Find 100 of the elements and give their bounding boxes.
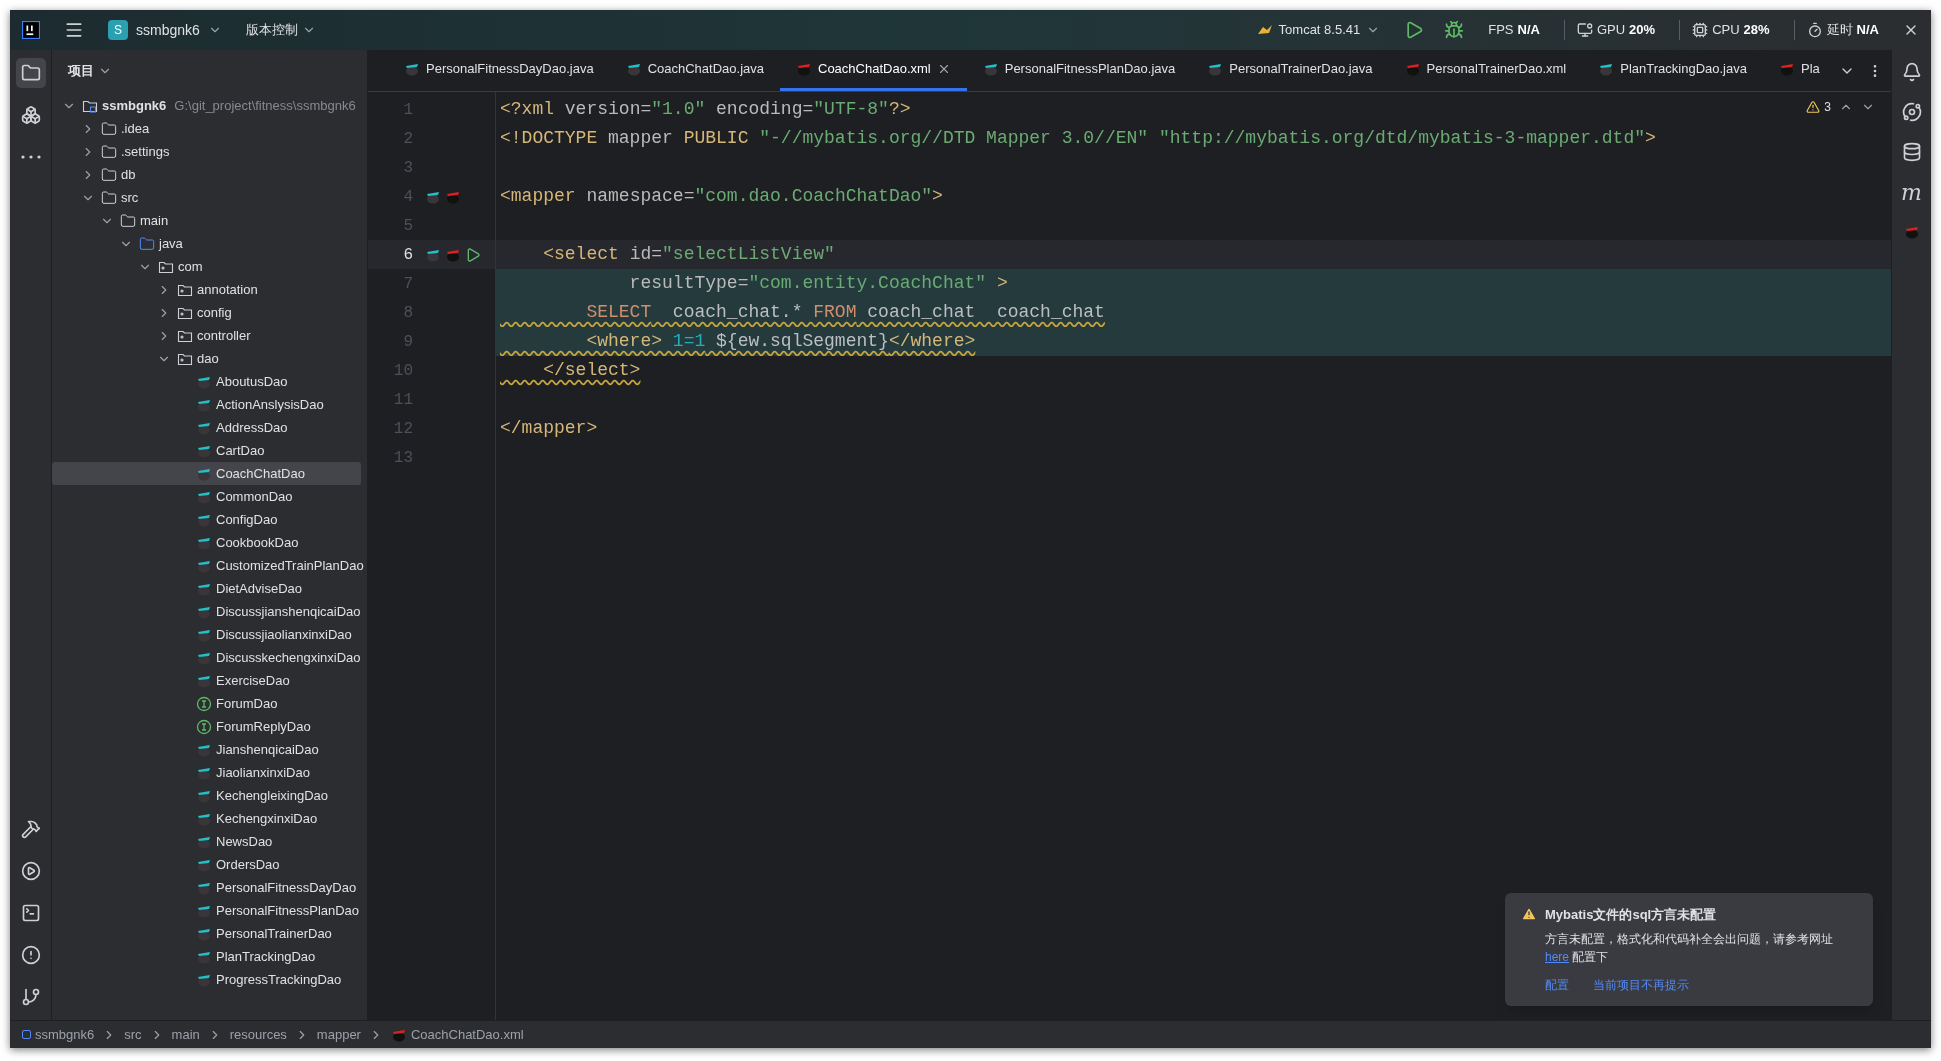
breadcrumb[interactable]: src <box>124 1024 142 1045</box>
editor-tab[interactable]: CoachChatDao.xml <box>780 50 967 91</box>
notification-action-link[interactable]: 当前项目不再提示 <box>1593 976 1689 994</box>
services-icon[interactable] <box>20 861 41 881</box>
tree-item[interactable]: AboutusDao <box>52 370 361 393</box>
tree-label: DiscussjiaolianxinxiDao <box>216 625 352 644</box>
tree-label: config <box>197 303 232 322</box>
tree-label: ForumDao <box>216 694 278 713</box>
tree-item[interactable]: ExerciseDao <box>52 669 361 692</box>
tree-item[interactable]: AddressDao <box>52 416 361 439</box>
terminal-icon[interactable] <box>20 903 41 923</box>
problems-icon[interactable] <box>20 945 41 965</box>
editor-tab[interactable]: PersonalTrainerDao.java <box>1191 50 1389 91</box>
tree-item[interactable]: JianshenqicaiDao <box>52 738 361 761</box>
tree-item[interactable]: CustomizedTrainPlanDao <box>52 554 361 577</box>
tree-label: CommonDao <box>216 487 293 506</box>
tree-item[interactable]: DiscussjiaolianxinxiDao <box>52 623 361 646</box>
tree-label: controller <box>197 326 251 345</box>
tree-item[interactable]: DietAdviseDao <box>52 577 361 600</box>
tree-item[interactable]: PersonalFitnessDayDao <box>52 876 361 899</box>
tree-item[interactable]: CoachChatDao <box>52 462 361 485</box>
tree-item[interactable]: PersonalTrainerDao <box>52 922 361 945</box>
tree-item[interactable]: ProgressTrackingDao <box>52 968 361 991</box>
tree-item[interactable]: config <box>52 301 361 324</box>
tree-label: java <box>159 234 183 253</box>
mybatis-bird-icon <box>1903 224 1920 240</box>
tree-item[interactable]: ssmbgnk6 G:\git_project\fitness\ssmbgnk6 <box>52 94 361 117</box>
tree-label: KechengxinxiDao <box>216 809 318 828</box>
tree-item[interactable]: java <box>52 232 361 255</box>
tree-item[interactable]: main <box>52 209 361 232</box>
editor-tab[interactable]: CoachChatDao.java <box>609 50 780 91</box>
breadcrumb[interactable]: CoachChatDao.xml <box>390 1024 524 1045</box>
tree-item[interactable]: CommonDao <box>52 485 361 508</box>
tree-item[interactable]: ForumReplyDao <box>52 715 361 738</box>
tree-label: ConfigDao <box>216 510 278 529</box>
tree-item[interactable]: JiaolianxinxiDao <box>52 761 361 784</box>
tree-item[interactable]: dao <box>52 347 361 370</box>
debug-icon[interactable] <box>1444 20 1465 40</box>
tree-item[interactable]: KechengxinxiDao <box>52 807 361 830</box>
notification-action-link[interactable]: 配置 <box>1545 976 1569 994</box>
tree-item[interactable]: .idea <box>52 117 361 140</box>
mybatis-bird-icon <box>982 61 999 77</box>
tree-item[interactable]: CookbookDao <box>52 531 361 554</box>
notifications-icon[interactable] <box>1901 62 1922 82</box>
breadcrumb[interactable]: resources <box>229 1024 287 1045</box>
monitor-value: 20% <box>1629 21 1656 40</box>
folder-icon <box>101 189 117 206</box>
tree-item[interactable]: com <box>52 255 361 278</box>
breadcrumb[interactable]: main <box>171 1024 200 1045</box>
tree-label: AddressDao <box>216 418 288 437</box>
tree-item[interactable]: ConfigDao <box>52 508 361 531</box>
database-icon[interactable] <box>1901 142 1922 162</box>
tree-label: JiaolianxinxiDao <box>216 763 310 782</box>
tree-item[interactable]: CartDao <box>52 439 361 462</box>
project-view-selector[interactable]: 项目 <box>52 50 367 92</box>
notification-message: 方言未配置，格式化和代码补全会出问题，请参考网址 here 配置下 <box>1544 931 1834 966</box>
tree-label: main <box>140 211 169 230</box>
ai-assistant-icon[interactable] <box>1901 102 1922 122</box>
tree-label: CookbookDao <box>216 533 299 552</box>
tree-item[interactable]: .settings <box>52 140 361 163</box>
tree-label: DiscusskechengxinxiDao <box>216 648 361 667</box>
project-folder-icon <box>20 63 41 83</box>
git-branch-icon[interactable] <box>20 987 41 1007</box>
mybatis-bird-icon <box>1404 61 1421 77</box>
tree-item[interactable]: controller <box>52 324 361 347</box>
tree-item[interactable]: ForumDao <box>52 692 361 715</box>
tree-item[interactable]: src <box>52 186 361 209</box>
tree-item[interactable]: DiscussjianshenqicaiDao <box>52 600 361 623</box>
editor-tab[interactable]: PersonalFitnessPlanDao.java <box>966 50 1192 91</box>
hammer-icon[interactable] <box>20 819 41 839</box>
tree-label: ActionAnslysisDao <box>216 395 324 414</box>
project-switcher[interactable]: S ssmbgnk6 <box>108 19 222 41</box>
tree-item[interactable]: NewsDao <box>52 830 361 853</box>
editor-tab[interactable]: PersonalTrainerDao.xml <box>1388 50 1583 91</box>
breadcrumb[interactable]: ssmbgnk6 <box>22 1024 95 1045</box>
editor-tab[interactable]: PlanTrackingDao.java <box>1582 50 1763 91</box>
tree-item[interactable]: ActionAnslysisDao <box>52 393 361 416</box>
main-menu-icon[interactable] <box>64 20 84 40</box>
maven-icon[interactable]: m <box>1901 182 1922 204</box>
tree-item[interactable]: PlanTrackingDao <box>52 945 361 968</box>
warning-count[interactable]: 3 <box>1806 98 1831 116</box>
editor-tab[interactable]: PersonalFitnessDayDao.java <box>388 50 610 91</box>
tree-item[interactable]: db <box>52 163 361 186</box>
tree-label: AboutusDao <box>216 372 288 391</box>
timer-icon <box>1806 21 1823 38</box>
editor-tab[interactable]: Pla <box>1762 50 1836 91</box>
folder-icon <box>101 143 117 160</box>
tree-item[interactable]: annotation <box>52 278 361 301</box>
breadcrumb[interactable]: mapper <box>316 1024 361 1045</box>
tree-item[interactable]: PersonalFitnessPlanDao <box>52 899 361 922</box>
run-icon[interactable] <box>1404 20 1425 40</box>
run-config-selector[interactable]: Tomcat 8.5.41 <box>1256 20 1381 40</box>
tree-item[interactable]: OrdersDao <box>52 853 361 876</box>
vcs-menu[interactable]: 版本控制 <box>245 20 316 40</box>
cpu-icon <box>1692 21 1709 38</box>
tool-window-button[interactable] <box>15 58 46 88</box>
tree-item[interactable]: DiscusskechengxinxiDao <box>52 646 361 669</box>
monitor-label: FPS <box>1488 21 1514 40</box>
run-icon[interactable] <box>465 246 481 263</box>
tree-item[interactable]: KechengleixingDao <box>52 784 361 807</box>
